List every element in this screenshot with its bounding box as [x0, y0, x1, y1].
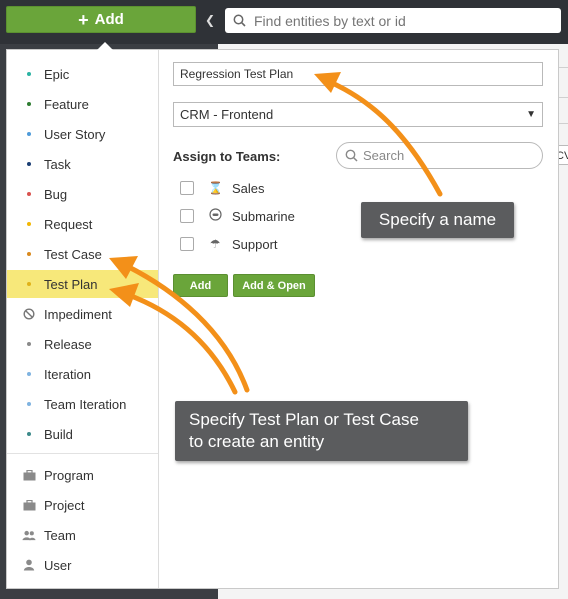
type-callout: Specify Test Plan or Test Case to create… [175, 401, 468, 461]
name-callout: Specify a name [361, 202, 514, 238]
name-callout-text: Specify a name [378, 210, 497, 229]
type-callout-line: Specify Test Plan or Test Case [189, 410, 419, 429]
type-callout-line: to create an entity [189, 432, 325, 451]
arrow-to-test-plan-head [109, 283, 139, 307]
arrow-to-name-input [327, 79, 443, 197]
annotation-arrows [109, 72, 443, 395]
